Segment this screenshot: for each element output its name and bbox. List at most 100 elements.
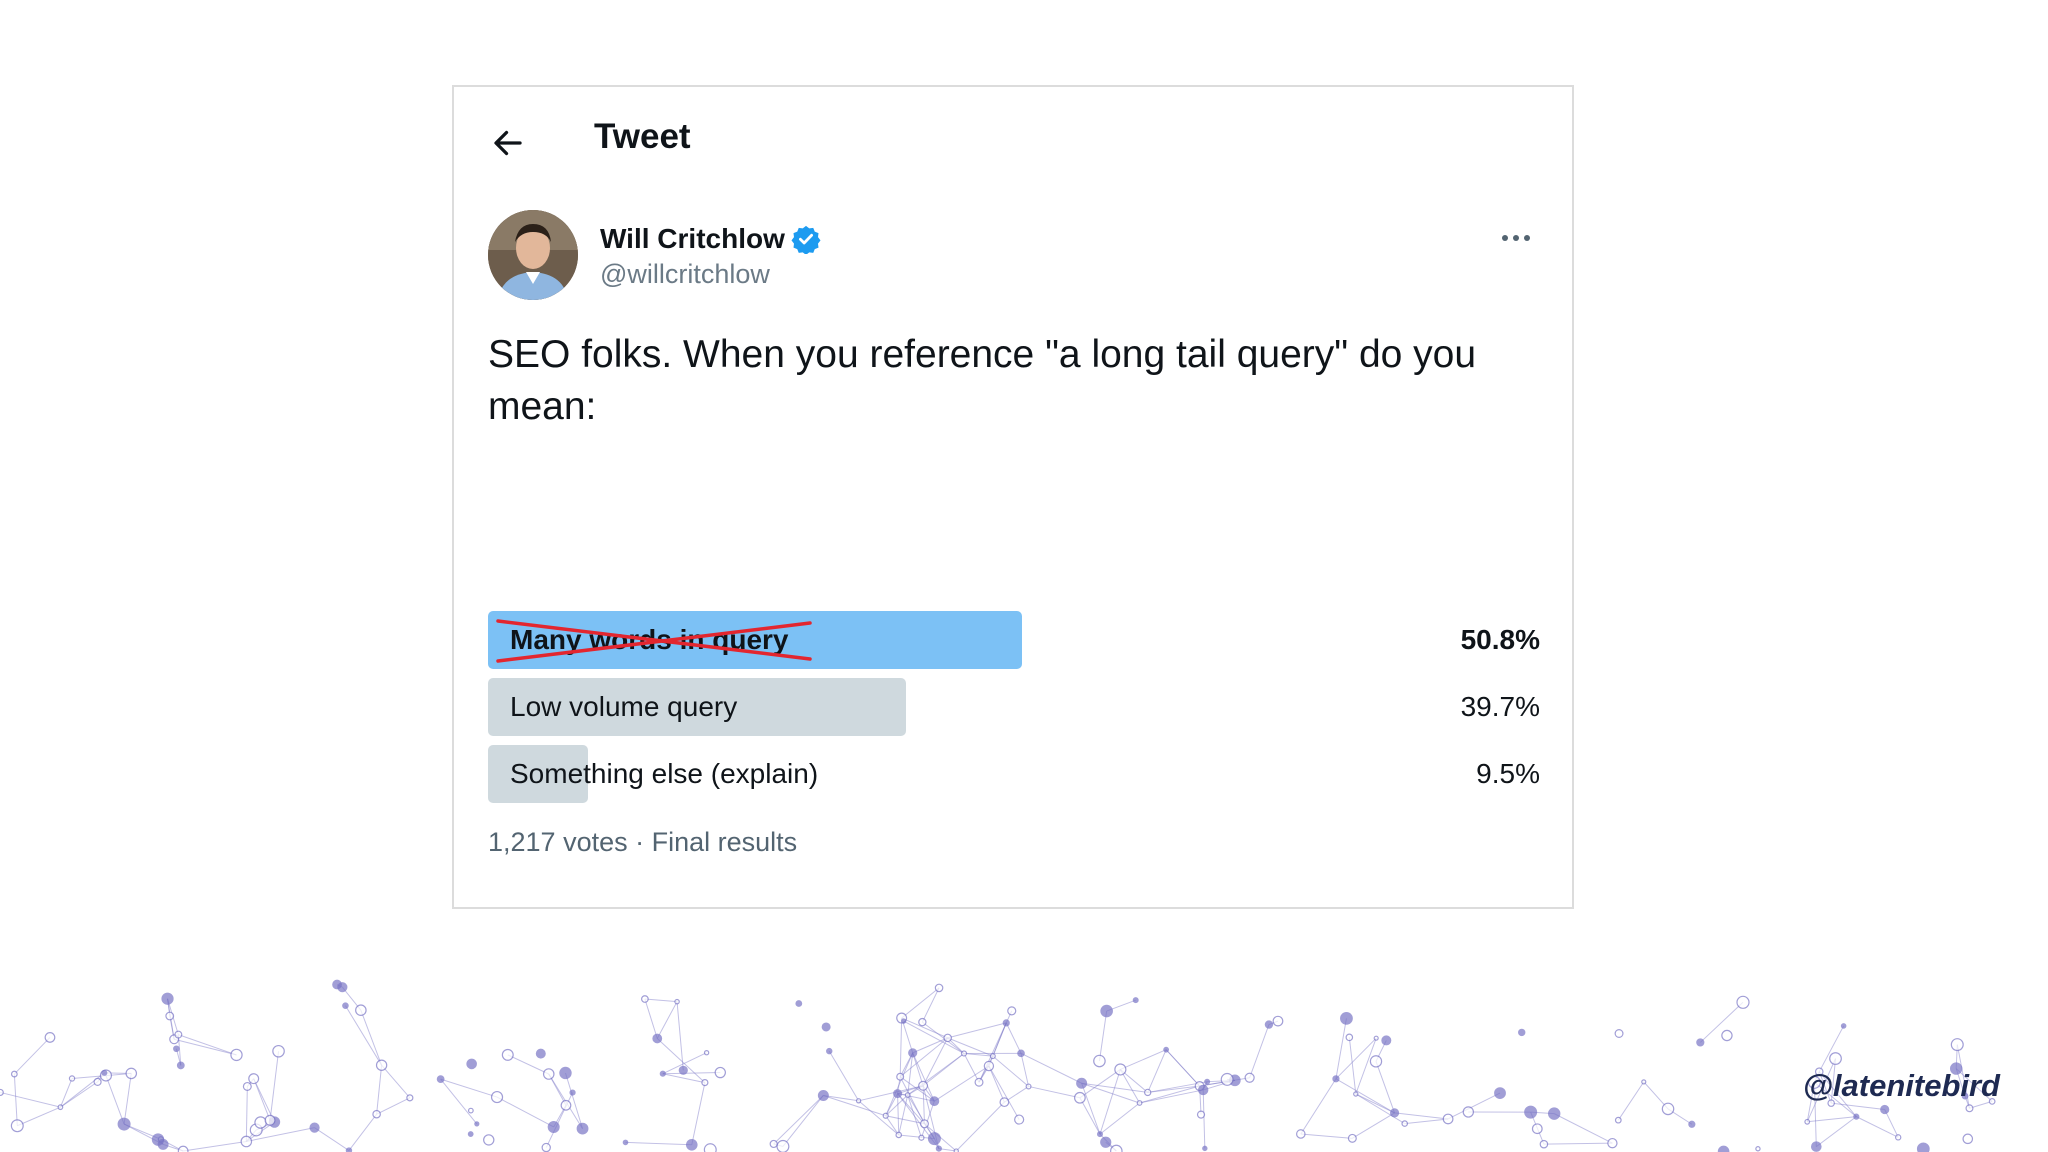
network-node [1264,1020,1274,1029]
network-node [927,1132,941,1146]
network-line [1831,1102,1885,1111]
network-line [13,1074,18,1126]
network-node [248,1073,260,1085]
network-node [769,1139,778,1149]
network-node [1518,1028,1526,1037]
network-node [406,1094,414,1102]
network-line [662,1073,705,1084]
network-node [714,1066,726,1079]
network-line [245,1086,248,1142]
network-node [1202,1145,1208,1152]
network-node [1204,1078,1211,1085]
network-line [1020,1052,1082,1084]
network-line [178,1034,237,1056]
poll-option-percent: 39.7% [1460,691,1540,722]
network-line [1099,1102,1140,1135]
network-line [440,1078,478,1125]
network-line [963,1053,980,1083]
network-node [983,1060,995,1072]
network-node [1110,1144,1123,1152]
network-line [1807,1116,1857,1123]
network-node [559,1066,572,1080]
network-node [1688,1120,1696,1128]
network-line [912,1037,948,1054]
network-node [309,1122,320,1133]
network-line [360,1010,383,1066]
network-node [372,1109,381,1119]
network-line [625,1141,692,1146]
network-line [1355,1093,1405,1125]
network-node [240,1135,253,1148]
poll-option-percent: 9.5% [1476,758,1540,789]
poll-option-percent: 50.8% [1460,624,1540,655]
network-node [547,1120,560,1133]
network-node [817,1089,829,1101]
network-node [826,1047,833,1055]
more-horizontal-icon[interactable] [1496,223,1536,253]
network-line [253,1078,271,1121]
brand-handle: @latenitebird [1802,1068,2000,1103]
network-node [929,1096,940,1107]
network-node [1132,997,1139,1004]
network-node [117,1117,131,1131]
network-line [1300,1133,1353,1139]
network-node [943,1033,952,1043]
network-node [1548,1107,1561,1120]
network-line [897,1093,900,1135]
network-line [1079,1097,1101,1135]
network-line [1884,1109,1899,1138]
network-node [1002,1019,1010,1027]
network-node [1962,1133,1974,1145]
network-line [901,987,940,1019]
network-node [1143,1088,1152,1097]
network-node [999,1097,1010,1108]
network-line [496,1096,554,1128]
network-line [174,1038,237,1056]
network-node [1353,1091,1359,1097]
network-node [935,1145,942,1152]
network-line [644,998,658,1039]
network-line [912,1052,924,1086]
network-node [652,1033,663,1044]
network-line [1348,1037,1357,1095]
network-node [68,1075,76,1082]
network-node [230,1048,243,1062]
network-node [1100,1136,1112,1148]
network-node [882,1112,889,1119]
network-node [1736,995,1750,1009]
network-node [1965,1104,1974,1113]
network-node [1007,1006,1017,1016]
network-node [908,1048,918,1058]
network-node [1373,1035,1379,1041]
network-node [1100,1004,1113,1018]
network-line [1099,1069,1121,1135]
network-line [644,998,678,1003]
network-node [165,1011,175,1021]
network-line [1447,1092,1501,1120]
network-line [13,1037,51,1075]
tweet-header: Tweet [454,87,1572,187]
network-line [922,1037,949,1087]
network-node [93,1077,102,1086]
network-line [269,1051,280,1121]
network-node [174,1030,183,1039]
network-node [703,1050,710,1056]
poll-option-low-volume[interactable]: Low volume query 39.7% [488,678,1540,736]
network-node [1220,1072,1234,1086]
arrow-left-icon[interactable] [490,125,526,161]
network-node [685,1138,698,1151]
avatar[interactable] [488,210,578,300]
network-line [440,1078,498,1098]
network-line [314,1127,350,1151]
network-line [1404,1118,1449,1125]
poll-option-something-else[interactable]: Something else (explain) 9.5% [488,745,1540,803]
network-line [1543,1142,1613,1145]
network-node [1539,1139,1549,1149]
network-node [151,1133,165,1146]
network-node [919,1119,929,1129]
network-line [828,1050,860,1102]
poll-option-many-words[interactable]: Many words in query 50.8% [488,611,1540,669]
author-handle[interactable]: @willcritchlow [600,259,770,290]
network-node [1531,1123,1543,1135]
author-name[interactable]: Will Critchlow [600,223,785,255]
